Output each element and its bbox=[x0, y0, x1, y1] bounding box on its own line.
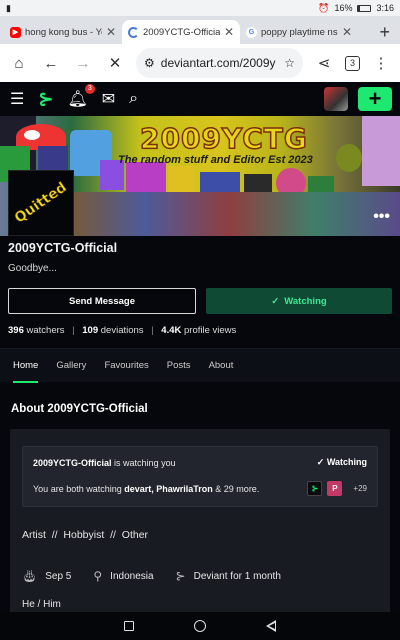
watching-user-link[interactable]: 2009YCTG-Official bbox=[33, 458, 112, 468]
avatar-text: Quitted bbox=[12, 179, 71, 227]
share-icon[interactable]: ⋖ bbox=[313, 54, 335, 72]
tab-home[interactable]: Home bbox=[13, 349, 39, 383]
mutual-watch-users[interactable]: devart, PhawrilaTron bbox=[124, 484, 213, 494]
browser-tab-strip: ▶ hong kong bus - Yo ✕ 2009YCTG-Official… bbox=[0, 16, 400, 44]
checkmark-icon: ✓ bbox=[316, 457, 325, 467]
google-icon: G bbox=[246, 26, 257, 38]
views-label: profile views bbox=[184, 325, 237, 336]
notification-badge: 3 bbox=[84, 84, 95, 94]
watchers-label[interactable]: watchers bbox=[27, 325, 65, 336]
close-tab-icon[interactable]: ✕ bbox=[342, 25, 352, 39]
messages-envelope-icon[interactable]: ✉ bbox=[102, 89, 115, 109]
back-arrow-icon[interactable]: ← bbox=[40, 55, 62, 72]
more-watchers-count[interactable]: +29 bbox=[353, 484, 367, 493]
stop-loading-icon[interactable]: ✕ bbox=[104, 54, 126, 72]
tab-about[interactable]: About bbox=[209, 349, 234, 383]
pronouns: He / Him bbox=[22, 599, 61, 610]
profile-stats: 396 watchers | 109 deviations | 4.4K pro… bbox=[8, 325, 237, 336]
deviations-label[interactable]: deviations bbox=[101, 325, 144, 336]
system-status-bar: ▮ ⏰ 16% 3:16 bbox=[0, 0, 400, 16]
url-bar[interactable]: ⚙ deviantart.com/2009y ☆ bbox=[136, 48, 303, 78]
watch-text: is watching you bbox=[114, 457, 176, 468]
browser-tab-deviantart[interactable]: 2009YCTG-Official ✕ bbox=[122, 20, 240, 44]
watch-status-box: 2009YCTG-Official is watching you ✓ Watc… bbox=[22, 446, 378, 507]
alarm-icon: ⏰ bbox=[318, 2, 330, 13]
banner-subtitle: The random stuff and Editor Est 2023 bbox=[118, 154, 313, 166]
profile-facts: 🎂︎ Sep 5 ⚲ Indonesia ⊱ Deviant for 1 month bbox=[22, 569, 378, 583]
views-count: 4.4K bbox=[161, 325, 182, 336]
deviations-count: 109 bbox=[82, 325, 99, 336]
profile-header: 2009YCTG-Official Goodbye... Send Messag… bbox=[0, 241, 400, 336]
bookmark-star-icon[interactable]: ☆ bbox=[284, 56, 295, 70]
deviantart-logo-icon: ⊱ bbox=[175, 569, 186, 583]
watching-label: Watching bbox=[284, 295, 327, 307]
url-text: deviantart.com/2009y bbox=[160, 56, 276, 70]
profile-username[interactable]: 2009YCTG-Official bbox=[8, 241, 392, 255]
site-header: ☰ ⊱ 🔔︎ 3 ✉ ⌕ + bbox=[0, 82, 400, 116]
mutual-watch-suffix: & 29 more. bbox=[215, 483, 260, 494]
user-roles: Artist // Hobbyist // Other bbox=[22, 529, 149, 541]
notifications-bell-icon[interactable]: 🔔︎ 3 bbox=[67, 84, 95, 109]
profile-avatar[interactable]: Quitted bbox=[8, 170, 74, 236]
watching-status[interactable]: ✓ Watching bbox=[317, 457, 367, 468]
user-avatar[interactable] bbox=[324, 87, 348, 111]
birthday-text: Sep 5 bbox=[45, 570, 72, 582]
banner-title: 2009YCTG bbox=[139, 121, 308, 156]
browser-toolbar: ⌂ ← → ✕ ⚙ deviantart.com/2009y ☆ ⋖ 3 ⋮ bbox=[0, 44, 400, 82]
about-heading: About 2009YCTG-Official bbox=[11, 403, 148, 415]
hamburger-menu-icon[interactable]: ☰ bbox=[10, 89, 24, 109]
home-button[interactable] bbox=[194, 620, 206, 632]
browser-tab-google[interactable]: G poppy playtime ns ✕ bbox=[240, 20, 358, 44]
tab-title: hong kong bus - Yo bbox=[25, 26, 102, 38]
battery-icon bbox=[357, 4, 372, 12]
notification-icon: ▮ bbox=[6, 2, 11, 13]
tab-switcher-button[interactable]: 3 bbox=[345, 55, 360, 71]
tab-favourites[interactable]: Favourites bbox=[104, 349, 148, 383]
battery-percent: 16% bbox=[334, 3, 353, 13]
create-plus-button[interactable]: + bbox=[358, 86, 392, 111]
site-info-icon[interactable]: ⚙ bbox=[144, 56, 155, 70]
location-pin-icon: ⚲ bbox=[93, 569, 103, 583]
deviantart-logo-icon[interactable]: ⊱ bbox=[38, 89, 53, 110]
checkmark-icon: ✓ bbox=[271, 295, 280, 307]
tab-gallery[interactable]: Gallery bbox=[56, 349, 86, 383]
watchers-count: 396 bbox=[8, 325, 24, 336]
clock: 3:16 bbox=[376, 3, 394, 13]
birthday-cake-icon: 🎂︎ bbox=[22, 569, 38, 583]
recent-apps-button[interactable] bbox=[124, 621, 134, 631]
close-tab-icon[interactable]: ✕ bbox=[224, 25, 234, 39]
devart-avatar[interactable]: ⊱ bbox=[307, 481, 323, 496]
back-button[interactable] bbox=[266, 620, 276, 632]
browser-tab-youtube[interactable]: ▶ hong kong bus - Yo ✕ bbox=[4, 20, 122, 44]
location-text: Indonesia bbox=[110, 570, 154, 582]
mutual-watch-text: You are both watching bbox=[33, 483, 122, 494]
phawrilatron-avatar[interactable]: P bbox=[327, 481, 343, 496]
about-card: 2009YCTG-Official is watching you ✓ Watc… bbox=[10, 429, 390, 639]
new-tab-button[interactable]: + bbox=[379, 22, 390, 43]
profile-tagline: Goodbye... bbox=[8, 263, 57, 274]
tab-title: poppy playtime ns bbox=[261, 26, 338, 38]
tab-title: 2009YCTG-Official bbox=[143, 26, 220, 38]
more-menu-icon[interactable]: ⋮ bbox=[370, 54, 392, 72]
loading-icon bbox=[128, 26, 139, 38]
send-message-button[interactable]: Send Message bbox=[8, 288, 196, 314]
profile-tabs: Home Gallery Favourites Posts About bbox=[0, 348, 400, 383]
watching-button[interactable]: ✓ Watching bbox=[206, 288, 392, 314]
home-icon[interactable]: ⌂ bbox=[8, 55, 30, 72]
forward-arrow-icon[interactable]: → bbox=[72, 55, 94, 72]
youtube-icon: ▶ bbox=[10, 26, 21, 38]
search-icon[interactable]: ⌕ bbox=[129, 90, 138, 108]
close-tab-icon[interactable]: ✕ bbox=[106, 25, 116, 39]
tab-posts[interactable]: Posts bbox=[167, 349, 191, 383]
system-navigation-bar bbox=[0, 612, 400, 640]
more-options-icon[interactable]: ••• bbox=[373, 208, 390, 226]
deviant-since-text: Deviant for 1 month bbox=[193, 570, 281, 582]
